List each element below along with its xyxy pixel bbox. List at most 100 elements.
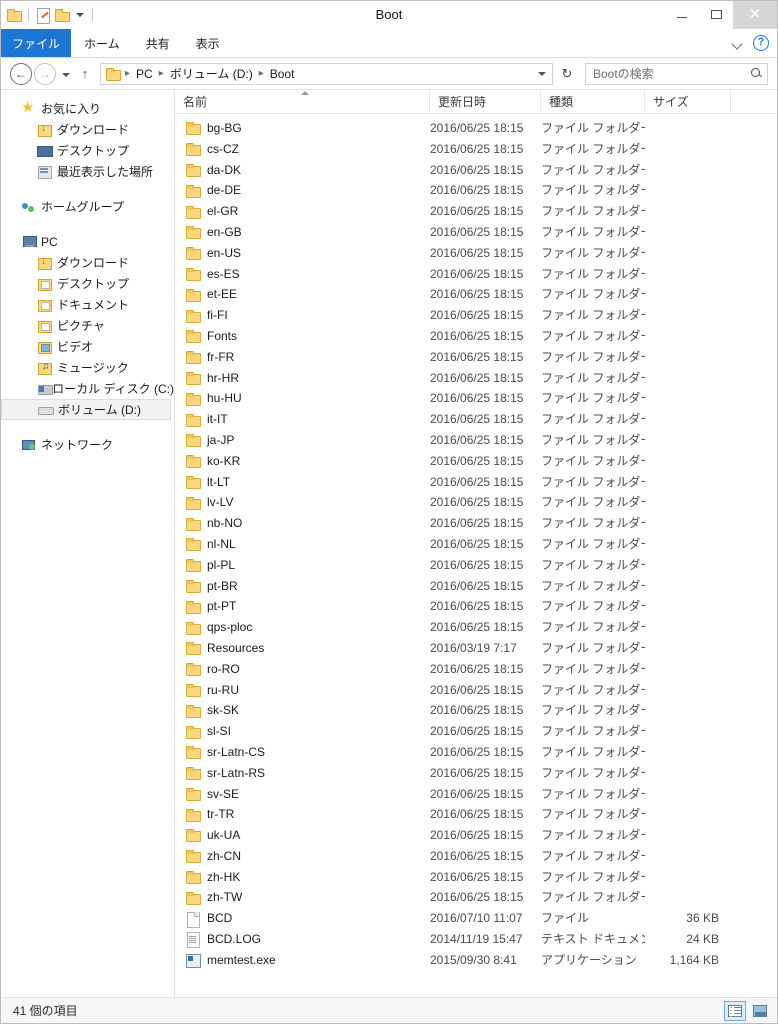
search-input[interactable]: Bootの検索 [593,65,750,82]
file-size-cell [645,139,731,160]
column-header-name[interactable]: 名前 [175,90,430,114]
table-row[interactable]: hr-HR 2016/06/25 18:15 ファイル フォルダー [175,368,777,389]
details-view-button[interactable] [724,1000,746,1021]
table-row[interactable]: tr-TR 2016/06/25 18:15 ファイル フォルダー [175,804,777,825]
file-name-cell: bg-BG [175,118,430,139]
table-row[interactable]: da-DK 2016/06/25 18:15 ファイル フォルダー [175,160,777,181]
minimize-button[interactable] [665,1,699,29]
tab-file[interactable]: ファイル [1,29,72,57]
folder-icon [185,724,201,740]
sidebar-item-documents[interactable]: ドキュメント [1,294,174,315]
table-row[interactable]: hu-HU 2016/06/25 18:15 ファイル フォルダー [175,388,777,409]
breadcrumb-item-boot[interactable]: Boot [268,67,297,81]
sidebar-group-homegroup[interactable]: ホームグループ [1,196,174,217]
back-button[interactable]: ← [10,62,32,85]
file-type-cell: ファイル フォルダー [541,245,645,260]
large-icons-view-button[interactable] [749,1001,771,1021]
table-row[interactable]: zh-HK 2016/06/25 18:15 ファイル フォルダー [175,867,777,888]
table-row[interactable]: ko-KR 2016/06/25 18:15 ファイル フォルダー [175,451,777,472]
table-row[interactable]: memtest.exe 2015/09/30 8:41 アプリケーション 1,164 … [175,950,777,971]
sidebar-group-favorites[interactable]: お気に入り [1,98,174,119]
file-name-label: es-ES [207,266,240,281]
tab-view[interactable]: 表示 [183,29,233,57]
table-row[interactable]: BCD.LOG 2014/11/19 15:47 テキスト ドキュメント 24 KB [175,929,777,950]
table-row[interactable]: Resources 2016/03/19 7:17 ファイル フォルダー [175,638,777,659]
table-row[interactable]: ro-RO 2016/06/25 18:15 ファイル フォルダー [175,659,777,680]
item-count-label: 41 個の項目 [13,1004,78,1018]
file-name-label: en-US [207,245,242,260]
breadcrumb-dropdown-icon[interactable] [534,64,550,84]
sidebar-item-recent-places[interactable]: 最近表示した場所 [1,161,174,182]
new-folder-icon[interactable] [54,7,70,23]
table-row[interactable]: pl-PL 2016/06/25 18:15 ファイル フォルダー [175,555,777,576]
tab-home[interactable]: ホーム [71,29,133,57]
sidebar-item-downloads[interactable]: ダウンロード [1,119,174,140]
table-row[interactable]: fr-FR 2016/06/25 18:15 ファイル フォルダー [175,347,777,368]
sidebar-item-music[interactable]: ミュージック [1,357,174,378]
sidebar-item-desktop[interactable]: デスクトップ [1,140,174,161]
file-name-label: en-GB [207,224,242,239]
sidebar-group-pc[interactable]: PC [1,231,174,252]
table-row[interactable]: uk-UA 2016/06/25 18:15 ファイル フォルダー [175,825,777,846]
folder-icon[interactable] [6,7,22,23]
sidebar-item-volume-d[interactable]: ボリューム (D:) [1,399,171,420]
up-button[interactable]: ↑ [76,63,94,85]
table-row[interactable]: sr-Latn-RS 2016/06/25 18:15 ファイル フォルダー [175,763,777,784]
table-row[interactable]: bg-BG 2016/06/25 18:15 ファイル フォルダー [175,118,777,139]
table-row[interactable]: en-GB 2016/06/25 18:15 ファイル フォルダー [175,222,777,243]
table-row[interactable]: fi-FI 2016/06/25 18:15 ファイル フォルダー [175,305,777,326]
table-row[interactable]: lt-LT 2016/06/25 18:15 ファイル フォルダー [175,472,777,493]
sidebar-item-pictures[interactable]: ピクチャ [1,315,174,336]
column-header-size[interactable]: サイズ [645,90,731,114]
properties-icon[interactable] [35,7,51,24]
table-row[interactable]: el-GR 2016/06/25 18:15 ファイル フォルダー [175,201,777,222]
table-row[interactable]: nb-NO 2016/06/25 18:15 ファイル フォルダー [175,513,777,534]
column-header-type[interactable]: 種類 [541,90,645,114]
column-header-date[interactable]: 更新日時 [430,90,541,114]
breadcrumb-item-pc[interactable]: PC [134,67,155,81]
file-name-cell: hr-HR [175,368,430,389]
table-row[interactable]: nl-NL 2016/06/25 18:15 ファイル フォルダー [175,534,777,555]
search-box[interactable]: Bootの検索 [585,62,768,85]
table-row[interactable]: lv-LV 2016/06/25 18:15 ファイル フォルダー [175,492,777,513]
close-button[interactable]: ✕ [733,0,777,29]
sidebar-item-local-disk-c[interactable]: ローカル ディスク (C:) [1,378,174,399]
table-row[interactable]: pt-BR 2016/06/25 18:15 ファイル フォルダー [175,576,777,597]
maximize-button[interactable] [699,1,733,29]
tab-share[interactable]: 共有 [133,29,183,57]
sidebar-item-videos[interactable]: ビデオ [1,336,174,357]
table-row[interactable]: ja-JP 2016/06/25 18:15 ファイル フォルダー [175,430,777,451]
table-row[interactable]: sk-SK 2016/06/25 18:15 ファイル フォルダー [175,700,777,721]
customize-toolbar-caret-icon[interactable] [73,8,86,21]
breadcrumb-item-volume[interactable]: ボリューム (D:) [168,65,255,82]
content-area: お気に入り ダウンロード デスクトップ 最近表示した場所 ホームグループ [1,89,777,997]
breadcrumb[interactable]: ▸ PC ▸ ボリューム (D:) ▸ Boot [100,62,553,85]
sidebar-item-pc-downloads[interactable]: ダウンロード [1,252,174,273]
table-row[interactable]: Fonts 2016/06/25 18:15 ファイル フォルダー [175,326,777,347]
folder-icon [185,349,201,365]
table-row[interactable]: sl-SI 2016/06/25 18:15 ファイル フォルダー [175,721,777,742]
table-row[interactable]: sv-SE 2016/06/25 18:15 ファイル フォルダー [175,784,777,805]
table-row[interactable]: ru-RU 2016/06/25 18:15 ファイル フォルダー [175,680,777,701]
table-row[interactable]: en-US 2016/06/25 18:15 ファイル フォルダー [175,243,777,264]
table-row[interactable]: qps-ploc 2016/06/25 18:15 ファイル フォルダー [175,617,777,638]
table-row[interactable]: zh-TW 2016/06/25 18:15 ファイル フォルダー [175,887,777,908]
table-row[interactable]: es-ES 2016/06/25 18:15 ファイル フォルダー [175,264,777,285]
table-row[interactable]: sr-Latn-CS 2016/06/25 18:15 ファイル フォルダー [175,742,777,763]
table-row[interactable]: pt-PT 2016/06/25 18:15 ファイル フォルダー [175,596,777,617]
help-icon[interactable]: ? [753,35,769,51]
file-type-cell: ファイル フォルダー [541,536,645,551]
table-row[interactable]: cs-CZ 2016/06/25 18:15 ファイル フォルダー [175,139,777,160]
table-row[interactable]: et-EE 2016/06/25 18:15 ファイル フォルダー [175,284,777,305]
sidebar-group-network[interactable]: ネットワーク [1,434,174,455]
file-size-cell [645,180,731,201]
chevron-down-icon[interactable] [732,37,744,49]
table-row[interactable]: BCD 2016/07/10 11:07 ファイル 36 KB [175,908,777,929]
recent-locations-caret-icon[interactable] [58,63,74,85]
forward-button[interactable]: → [34,62,56,85]
sidebar-item-pc-desktop[interactable]: デスクトップ [1,273,174,294]
refresh-button[interactable]: ↻ [556,63,578,85]
table-row[interactable]: it-IT 2016/06/25 18:15 ファイル フォルダー [175,409,777,430]
table-row[interactable]: zh-CN 2016/06/25 18:15 ファイル フォルダー [175,846,777,867]
table-row[interactable]: de-DE 2016/06/25 18:15 ファイル フォルダー [175,180,777,201]
